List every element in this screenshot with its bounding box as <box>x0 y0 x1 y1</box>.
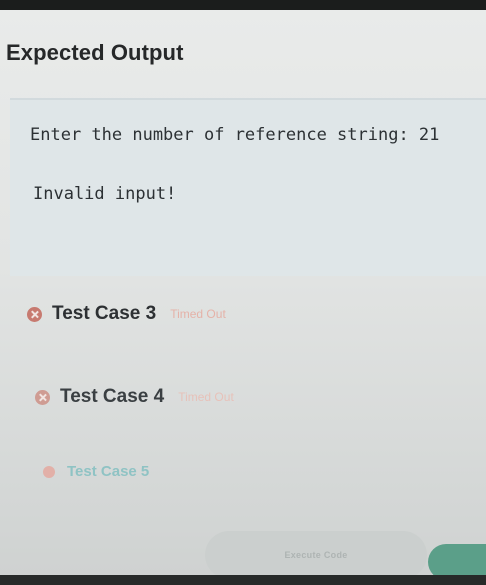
test-case-label: Test Case 3 <box>52 303 157 324</box>
execute-code-label: Execute Code <box>284 550 348 560</box>
test-case-5[interactable]: Test Case 5 <box>43 463 149 480</box>
test-case-3[interactable]: Test Case 3 Timed Out <box>27 303 226 325</box>
output-line: Enter the number of reference string: 21 <box>30 125 440 145</box>
test-case-status: Timed Out <box>170 307 226 321</box>
error-icon <box>27 306 42 322</box>
test-case-4[interactable]: Test Case 4 Timed Out <box>35 386 234 408</box>
execute-code-bar[interactable]: Execute Code <box>205 531 427 579</box>
error-icon <box>43 465 55 478</box>
test-case-label: Test Case 5 <box>67 463 150 480</box>
expected-output-box: Enter the number of reference string: 21… <box>10 98 486 276</box>
test-results-panel: Expected Output Enter the number of refe… <box>0 10 486 580</box>
output-line: Invalid input! <box>33 184 177 204</box>
error-icon <box>35 389 50 405</box>
expected-output-heading: Expected Output <box>6 40 184 65</box>
window-top-edge <box>0 0 486 10</box>
window-bottom-edge <box>0 575 486 585</box>
test-case-label: Test Case 4 <box>60 386 165 407</box>
test-case-status: Timed Out <box>178 390 234 404</box>
